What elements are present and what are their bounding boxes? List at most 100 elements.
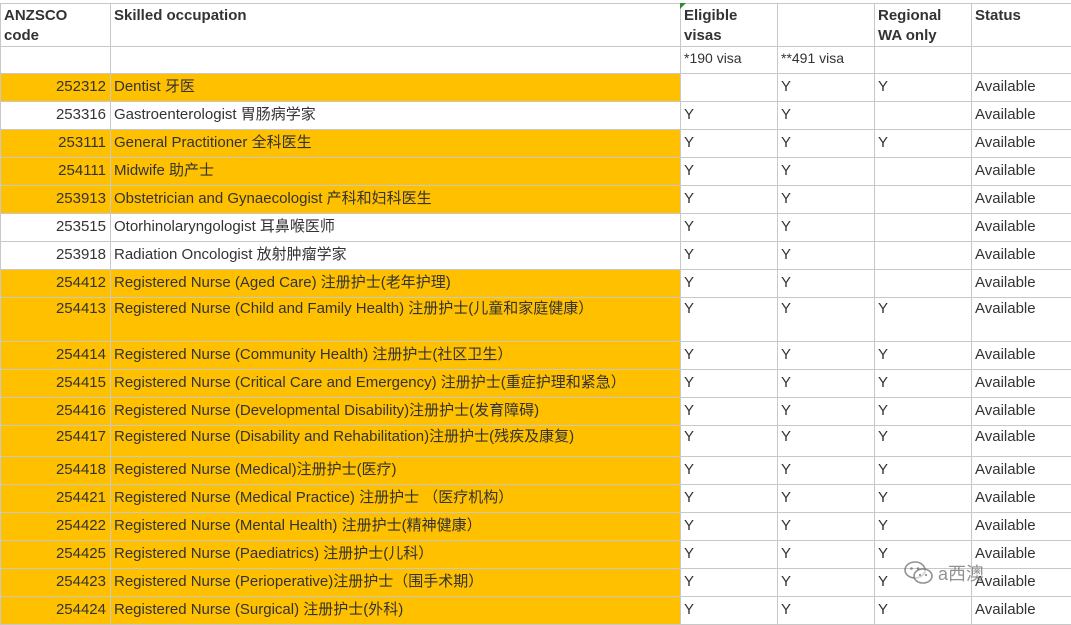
cell-occupation: Obstetrician and Gynaecologist 产科和妇科医生 xyxy=(111,186,681,214)
subheader-row: *190 visa **491 visa xyxy=(1,47,1071,74)
cell-status: Available xyxy=(972,342,1071,370)
cell-occupation: Registered Nurse (Paediatrics) 注册护士(儿科） xyxy=(111,541,681,569)
cell-status: Available xyxy=(972,270,1071,298)
cell-occupation: Registered Nurse (Medical)注册护士(医疗) xyxy=(111,457,681,485)
cell-status: Available xyxy=(972,102,1071,130)
cell-occupation: Gastroenterologist 胃肠病学家 xyxy=(111,102,681,130)
cell-status: Available xyxy=(972,242,1071,270)
table-row: 254421Registered Nurse (Medical Practice… xyxy=(1,485,1071,513)
cell-visa-491: Y xyxy=(778,342,875,370)
cell-visa-190 xyxy=(681,74,778,102)
table-row: 254424Registered Nurse (Surgical) 注册护士(外… xyxy=(1,597,1071,625)
cell-code: 254413 xyxy=(1,298,111,342)
cell-visa-190: Y xyxy=(681,342,778,370)
table-row: 252312Dentist 牙医YYAvailable xyxy=(1,74,1071,102)
cell-occupation: Registered Nurse (Disability and Rehabil… xyxy=(111,426,681,457)
table-row: 253918Radiation Oncologist 放射肿瘤学家YYAvail… xyxy=(1,242,1071,270)
cell-regional: Y xyxy=(875,457,972,485)
cell-visa-190: Y xyxy=(681,214,778,242)
cell-regional: Y xyxy=(875,130,972,158)
cell-visa-190: Y xyxy=(681,130,778,158)
cell-visa-491: Y xyxy=(778,541,875,569)
cell-code: 254422 xyxy=(1,513,111,541)
cell-visa-190: Y xyxy=(681,513,778,541)
cell-code: 254416 xyxy=(1,398,111,426)
cell-code: 254421 xyxy=(1,485,111,513)
header-occupation: Skilled occupation xyxy=(111,4,681,47)
cell-status: Available xyxy=(972,597,1071,625)
cell-visa-190: Y xyxy=(681,370,778,398)
cell-status: Available xyxy=(972,130,1071,158)
cell-status: Available xyxy=(972,457,1071,485)
cell-code: 254423 xyxy=(1,569,111,597)
cell-code: 254415 xyxy=(1,370,111,398)
cell-visa-491: Y xyxy=(778,457,875,485)
watermark: a西澳 xyxy=(904,556,1054,590)
header-status: Status xyxy=(972,4,1071,47)
cell-regional: Y xyxy=(875,426,972,457)
cell-code: 254412 xyxy=(1,270,111,298)
cell-regional xyxy=(875,270,972,298)
cell-visa-190: Y xyxy=(681,186,778,214)
cell-occupation: Otorhinolaryngologist 耳鼻喉医师 xyxy=(111,214,681,242)
subheader-visa-190: *190 visa xyxy=(681,47,778,74)
cell-status: Available xyxy=(972,74,1071,102)
cell-status: Available xyxy=(972,370,1071,398)
cell-visa-190: Y xyxy=(681,485,778,513)
cell-status: Available xyxy=(972,214,1071,242)
cell-status: Available xyxy=(972,426,1071,457)
cell-occupation: Registered Nurse (Surgical) 注册护士(外科) xyxy=(111,597,681,625)
cell-visa-491: Y xyxy=(778,426,875,457)
cell-visa-491: Y xyxy=(778,158,875,186)
cell-visa-190: Y xyxy=(681,398,778,426)
subheader-empty xyxy=(1,47,111,74)
cell-regional xyxy=(875,158,972,186)
wechat-icon xyxy=(904,560,934,586)
subheader-empty xyxy=(972,47,1071,74)
cell-visa-491: Y xyxy=(778,102,875,130)
cell-visa-190: Y xyxy=(681,569,778,597)
cell-visa-190: Y xyxy=(681,426,778,457)
subheader-empty xyxy=(111,47,681,74)
cell-occupation: Registered Nurse (Mental Health) 注册护士(精神… xyxy=(111,513,681,541)
cell-regional: Y xyxy=(875,74,972,102)
table-row: 254415Registered Nurse (Critical Care an… xyxy=(1,370,1071,398)
cell-regional xyxy=(875,214,972,242)
cell-occupation: Registered Nurse (Child and Family Healt… xyxy=(111,298,681,342)
cell-code: 254111 xyxy=(1,158,111,186)
cell-occupation: Registered Nurse (Developmental Disabili… xyxy=(111,398,681,426)
cell-visa-190: Y xyxy=(681,298,778,342)
cell-visa-491: Y xyxy=(778,513,875,541)
cell-occupation: Registered Nurse (Aged Care) 注册护士(老年护理) xyxy=(111,270,681,298)
cell-visa-491: Y xyxy=(778,214,875,242)
cell-visa-491: Y xyxy=(778,370,875,398)
table-row: 254416Registered Nurse (Developmental Di… xyxy=(1,398,1071,426)
cell-regional: Y xyxy=(875,398,972,426)
table-row: 253913Obstetrician and Gynaecologist 产科和… xyxy=(1,186,1071,214)
watermark-text: a西澳 xyxy=(938,560,984,586)
table-row: 254413Registered Nurse (Child and Family… xyxy=(1,298,1071,342)
cell-code: 254418 xyxy=(1,457,111,485)
cell-code: 254414 xyxy=(1,342,111,370)
cell-visa-190: Y xyxy=(681,102,778,130)
cell-visa-491: Y xyxy=(778,597,875,625)
cell-comment-marker xyxy=(680,3,686,9)
cell-code: 254417 xyxy=(1,426,111,457)
cell-occupation: Registered Nurse (Critical Care and Emer… xyxy=(111,370,681,398)
cell-occupation: Registered Nurse (Perioperative)注册护士（围手术… xyxy=(111,569,681,597)
cell-regional: Y xyxy=(875,370,972,398)
table-row: 254417Registered Nurse (Disability and R… xyxy=(1,426,1071,457)
cell-visa-190: Y xyxy=(681,242,778,270)
cell-visa-190: Y xyxy=(681,270,778,298)
cell-occupation: General Practitioner 全科医生 xyxy=(111,130,681,158)
cell-visa-491: Y xyxy=(778,130,875,158)
cell-visa-190: Y xyxy=(681,158,778,186)
cell-status: Available xyxy=(972,398,1071,426)
table-row: 253316Gastroenterologist 胃肠病学家YYAvailabl… xyxy=(1,102,1071,130)
cell-regional: Y xyxy=(875,298,972,342)
cell-regional xyxy=(875,186,972,214)
table-row: 254418Registered Nurse (Medical)注册护士(医疗)… xyxy=(1,457,1071,485)
cell-occupation: Radiation Oncologist 放射肿瘤学家 xyxy=(111,242,681,270)
table-row: 254414Registered Nurse (Community Health… xyxy=(1,342,1071,370)
cell-visa-491: Y xyxy=(778,485,875,513)
